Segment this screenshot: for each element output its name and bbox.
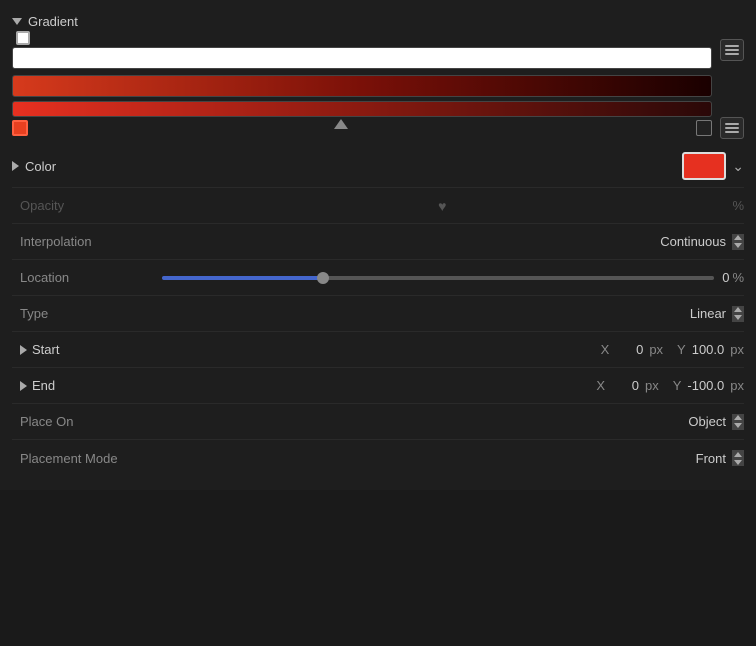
interpolation-value: Continuous [660,234,726,249]
placement-mode-stepper[interactable] [732,450,744,466]
end-x-label: X [596,378,605,393]
placement-mode-value: Front [696,451,726,466]
start-y-label: Y [669,342,686,357]
gradient-bar-red [12,75,712,97]
end-expand-icon[interactable] [20,381,27,391]
location-row: Location 0 % [12,260,744,296]
end-y-unit: px [730,378,744,393]
layers-icon [724,43,740,57]
start-xy: X 0 px Y 100.0 px [152,342,744,357]
end-y-label: Y [665,378,682,393]
color-expand-icon[interactable] [12,161,19,171]
place-on-value-group: Object [152,414,744,430]
place-on-up[interactable] [732,414,744,422]
interpolation-row: Interpolation Continuous [12,224,744,260]
end-label: End [32,378,55,393]
color-row: Color ⌄ [12,145,744,188]
place-on-row: Place On Object [12,404,744,440]
type-value: Linear [690,306,726,321]
stop-left[interactable] [12,120,28,136]
start-x-value: 0 [615,342,643,357]
opacity-label: Opacity [12,198,152,213]
location-label: Location [12,270,152,285]
stop-marker-white[interactable] [16,31,30,45]
start-row: Start X 0 px Y 100.0 px [12,332,744,368]
interpolation-up[interactable] [732,234,744,242]
opacity-row: Opacity ♥ % [12,188,744,224]
opacity-unit: % [732,198,744,213]
placement-mode-row: Placement Mode Front [12,440,744,476]
remove-stop-button[interactable] [720,117,744,139]
heart-icon: ♥ [438,198,446,214]
place-on-value: Object [688,414,726,429]
placement-mode-up[interactable] [732,450,744,458]
end-x-value: 0 [611,378,639,393]
start-expand-icon[interactable] [20,345,27,355]
start-x-unit: px [649,342,663,357]
start-label: Start [32,342,59,357]
start-y-value: 100.0 [692,342,725,357]
side-buttons-bottom [720,117,744,139]
end-row: End X 0 px Y -100.0 px [12,368,744,404]
gradient-bar-red-thin [12,101,712,117]
gradient-bar-white [12,47,712,69]
location-slider-track[interactable] [162,276,714,280]
interpolation-label: Interpolation [12,234,152,249]
place-on-down[interactable] [732,422,744,430]
start-x-label: X [601,342,610,357]
stop-center[interactable] [334,119,348,129]
start-y-unit: px [730,342,744,357]
type-down[interactable] [732,314,744,322]
location-value: 0 [722,270,729,285]
end-xy: X 0 px Y -100.0 px [152,378,744,393]
collapse-icon[interactable] [12,18,22,25]
end-y-value: -100.0 [687,378,724,393]
placement-mode-label: Placement Mode [12,451,152,466]
interpolation-value-group: Continuous [152,234,744,250]
layers2-icon [724,121,740,135]
type-stepper[interactable] [732,306,744,322]
type-label: Type [12,306,152,321]
location-slider-thumb[interactable] [317,272,329,284]
place-on-stepper[interactable] [732,414,744,430]
type-value-group: Linear [152,306,744,322]
type-row: Type Linear [12,296,744,332]
color-chevron[interactable]: ⌄ [732,158,744,175]
end-label-group: End [12,378,152,393]
stop-right[interactable] [696,120,712,136]
color-label-group: Color [12,159,152,174]
interpolation-stepper[interactable] [732,234,744,250]
location-slider-container [152,276,714,280]
location-unit: % [732,270,744,285]
color-label: Color [25,159,56,174]
start-label-group: Start [12,342,152,357]
add-stop-button[interactable] [720,39,744,61]
placement-mode-down[interactable] [732,458,744,466]
type-up[interactable] [732,306,744,314]
section-title: Gradient [12,14,744,29]
end-x-unit: px [645,378,659,393]
place-on-label: Place On [12,414,152,429]
gradient-panel: Gradient [0,0,756,490]
color-swatch[interactable] [682,152,726,180]
placement-mode-value-group: Front [152,450,744,466]
side-buttons-top [720,39,744,117]
section-title-label: Gradient [28,14,78,29]
interpolation-down[interactable] [732,242,744,250]
